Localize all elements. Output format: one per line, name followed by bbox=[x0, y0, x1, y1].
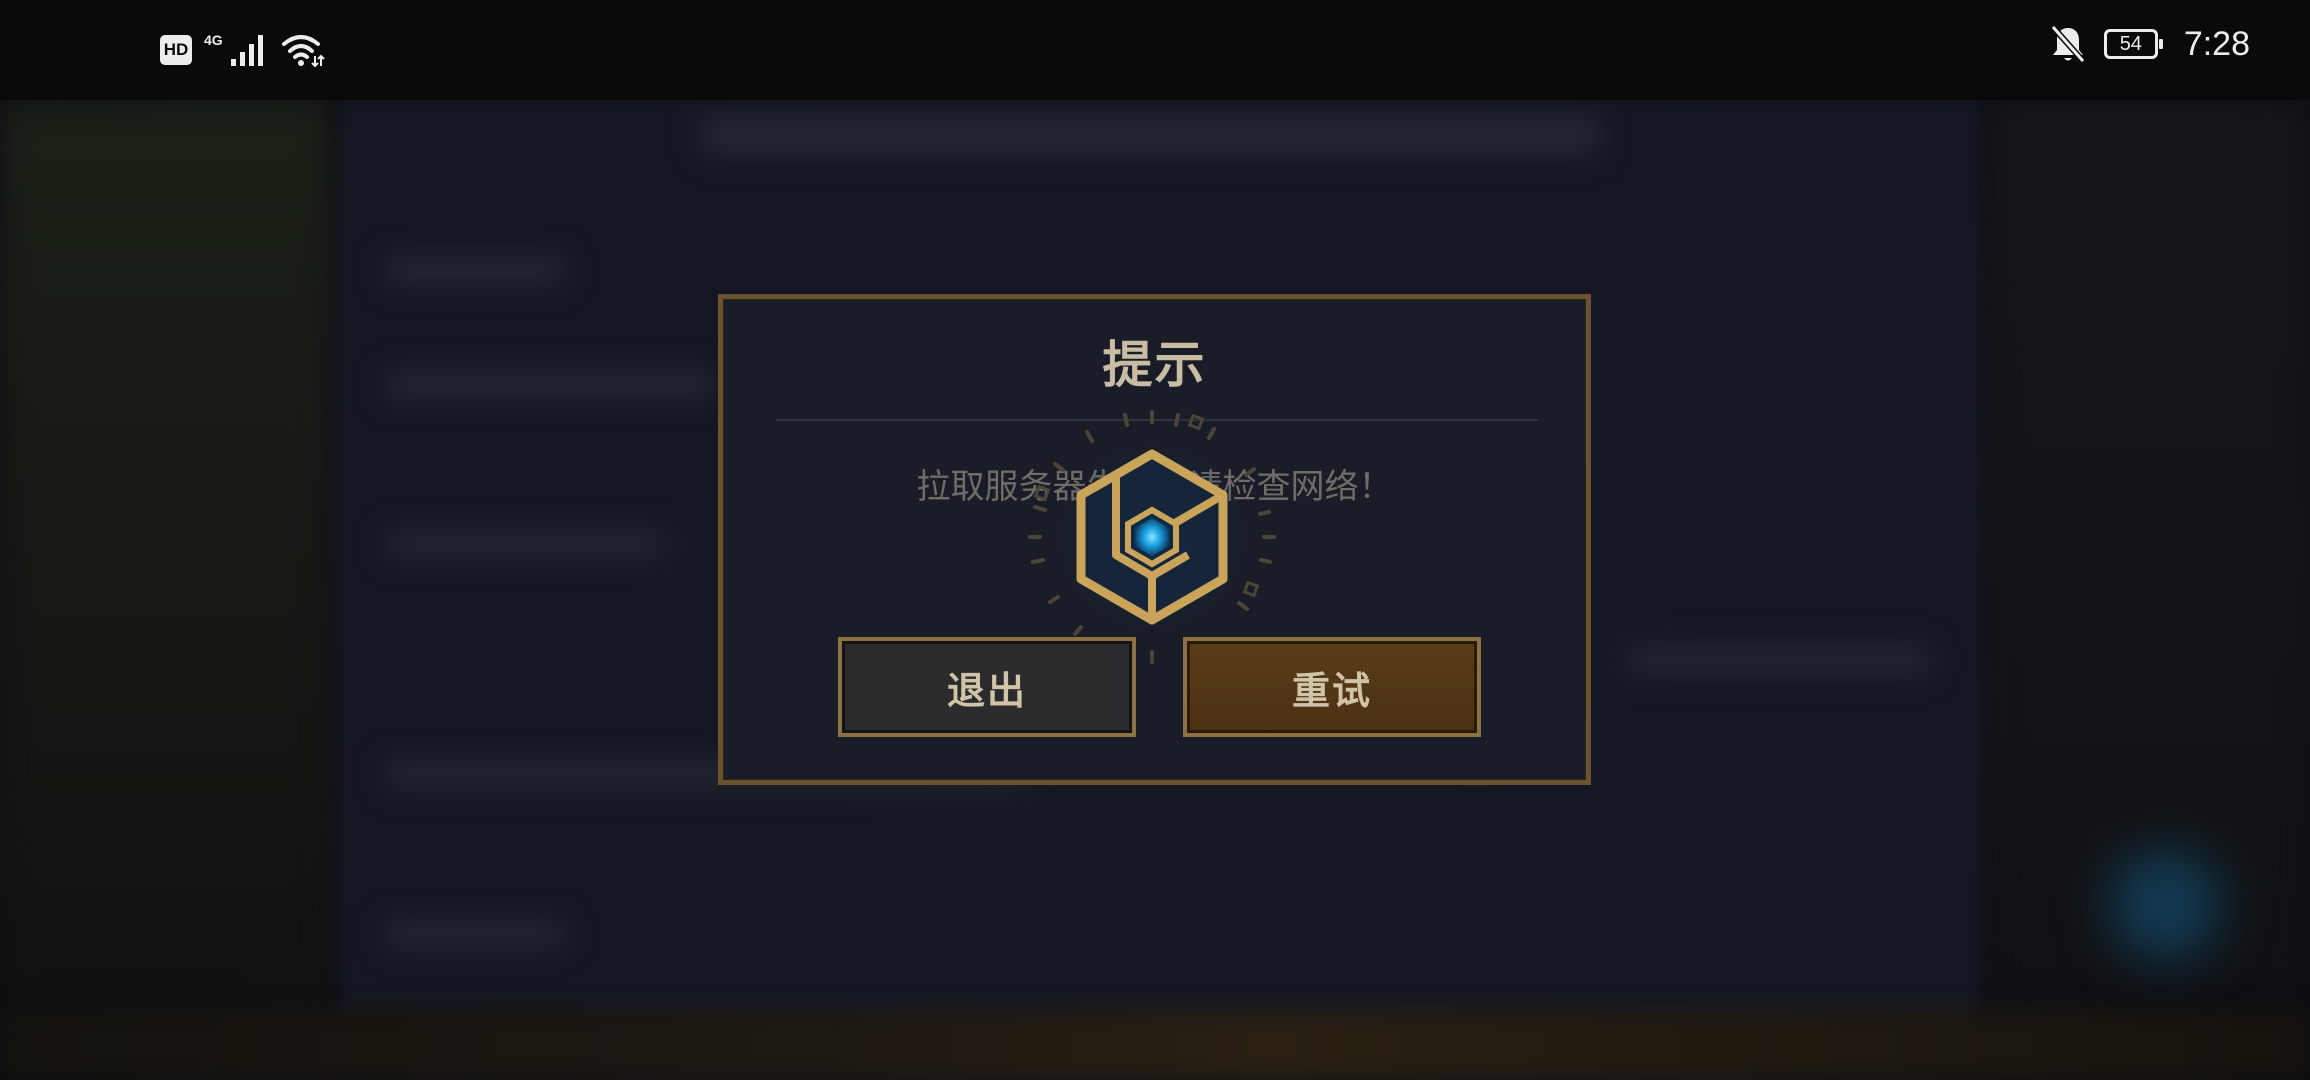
background-glow bbox=[2110, 850, 2220, 960]
exit-button[interactable]: 退出 bbox=[838, 637, 1136, 737]
background-left-panel bbox=[0, 100, 330, 1000]
status-left-group: HD 4G bbox=[160, 32, 325, 68]
battery-icon: 54 bbox=[2103, 29, 2163, 59]
background-text-blur bbox=[385, 530, 665, 558]
retry-button[interactable]: 重试 bbox=[1183, 637, 1481, 737]
background-text-blur bbox=[1630, 645, 1930, 675]
background-text-blur bbox=[385, 370, 715, 400]
battery-level: 54 bbox=[2119, 33, 2142, 55]
bell-muted-icon bbox=[2050, 25, 2086, 63]
hexagon-loading-icon bbox=[1028, 410, 1276, 664]
network-type-label: 4G bbox=[204, 32, 223, 48]
background-bottom-strip bbox=[0, 1010, 2310, 1080]
wifi-icon bbox=[281, 35, 325, 68]
clock: 7:28 bbox=[2183, 24, 2250, 63]
hd-icon: HD bbox=[160, 35, 192, 65]
status-right-group: 54 7:28 bbox=[2050, 24, 2250, 64]
background-text-blur bbox=[385, 255, 565, 285]
cellular-signal-icon bbox=[230, 35, 263, 66]
dialog-title: 提示 bbox=[1102, 336, 1207, 394]
alert-dialog: 提示 拉取服务器失败，请检查网络！ bbox=[718, 294, 1591, 785]
background-text-blur bbox=[385, 920, 565, 948]
status-bar: HD 4G 54 7:28 bbox=[0, 0, 2310, 100]
screen: HD 4G 54 7:28 提示 退出 重试 bbox=[0, 0, 2310, 1080]
background-header-blur bbox=[700, 115, 1600, 155]
